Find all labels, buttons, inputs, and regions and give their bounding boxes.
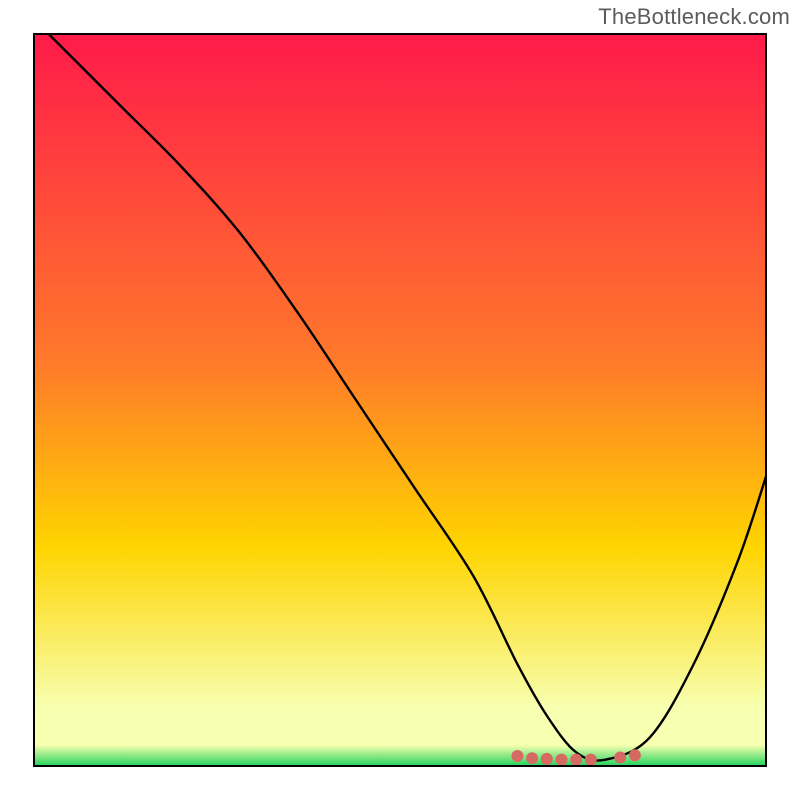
plot-area (33, 33, 767, 767)
watermark-text: TheBottleneck.com (598, 4, 790, 30)
plot-border (33, 33, 767, 767)
chart-root: TheBottleneck.com (0, 0, 800, 800)
